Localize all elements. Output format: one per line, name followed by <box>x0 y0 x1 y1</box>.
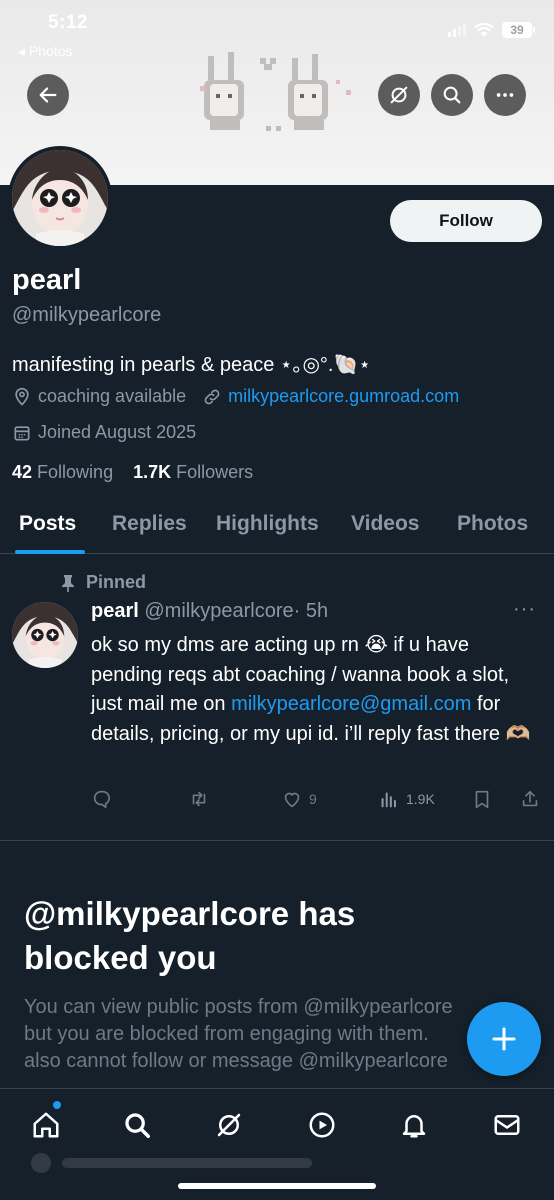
tab-replies[interactable]: Replies <box>112 512 187 536</box>
blocked-description: You can view public posts from @milkypea… <box>24 994 494 1078</box>
arrow-left-icon <box>39 87 57 103</box>
mail-icon <box>494 1115 520 1135</box>
blocked-line-3: also cannot follow or message @milkypear… <box>24 1050 448 1072</box>
home-notification-dot <box>53 1101 61 1109</box>
tab-posts[interactable]: Posts <box>19 512 76 536</box>
calendar-icon <box>12 423 32 443</box>
profile-stats: 42 Following 1.7K Followers <box>12 462 253 483</box>
tab-highlights[interactable]: Highlights <box>216 512 319 536</box>
tab-photos[interactable]: Photos <box>457 512 528 536</box>
status-time: 5:12 <box>48 12 89 33</box>
avatar-image <box>12 150 108 246</box>
bookmark-button[interactable] <box>471 788 493 810</box>
blocked-line-2: but you are blocked from engaging with t… <box>24 1023 429 1045</box>
post-actions: 9 1.9K <box>91 788 546 812</box>
profile-tabs: Posts Replies Highlights Videos Photos <box>0 500 554 554</box>
grok-icon <box>217 1113 241 1137</box>
section-divider <box>0 840 554 841</box>
signal-icon <box>448 23 466 37</box>
post-author-name[interactable]: pearl <box>91 600 139 622</box>
back-to-photos-link[interactable]: ◂ Photos <box>18 43 73 60</box>
blocked-title: @milkypearlcore has blocked you <box>24 895 356 976</box>
nav-messages[interactable] <box>487 1105 527 1145</box>
more-button[interactable] <box>484 74 526 116</box>
location-icon <box>12 387 32 407</box>
pin-icon <box>62 574 74 592</box>
profile-bio: manifesting in pearls & peace ⋆｡◎°.🐚⋆ <box>12 354 371 376</box>
followers-label: Followers <box>176 462 254 482</box>
bunny-pixel-art <box>200 52 351 131</box>
pinned-text: Pinned <box>86 572 147 592</box>
follow-button[interactable]: Follow <box>390 200 542 242</box>
following-label: Following <box>37 462 114 482</box>
post-email-link[interactable]: milkypearlcore@gmail.com <box>231 693 471 715</box>
pinned-label: Pinned <box>60 572 146 593</box>
followers-count: 1.7K <box>133 462 172 482</box>
nav-grok[interactable] <box>209 1105 249 1145</box>
profile-handle: @milkypearlcore <box>12 304 162 326</box>
profile-website-link[interactable]: milkypearlcore.gumroad.com <box>228 386 459 407</box>
bell-icon <box>402 1115 426 1138</box>
repost-button[interactable] <box>188 788 210 810</box>
views-icon <box>381 792 396 808</box>
plus-icon <box>492 1027 516 1051</box>
faded-background-content <box>31 1153 312 1173</box>
nav-video[interactable] <box>302 1105 342 1145</box>
link-icon <box>202 387 222 407</box>
following-count: 42 <box>12 462 33 482</box>
search-icon <box>443 86 461 104</box>
repost-icon <box>192 791 206 807</box>
tab-videos[interactable]: Videos <box>351 512 419 536</box>
home-indicator[interactable] <box>178 1183 376 1189</box>
followers-link[interactable]: 1.7K Followers <box>133 462 253 482</box>
status-icons: 39 <box>448 22 535 38</box>
grok-icon <box>390 86 408 104</box>
view-count: 1.9K <box>406 791 435 807</box>
nav-home[interactable] <box>26 1105 66 1145</box>
reply-button[interactable] <box>91 788 113 810</box>
views-button[interactable]: 1.9K <box>378 788 435 810</box>
following-link[interactable]: 42 Following <box>12 462 113 482</box>
post-author-avatar[interactable] <box>12 602 78 668</box>
post-more-icon[interactable]: ··· <box>513 598 536 621</box>
nav-explore[interactable] <box>117 1105 157 1145</box>
post-author-handle[interactable]: @milkypearlcore <box>144 600 293 622</box>
profile-joined-row: Joined August 2025 <box>12 422 196 443</box>
blocked-line-1: You can view public posts from @milkypea… <box>24 996 453 1018</box>
active-tab-indicator <box>15 550 85 554</box>
play-circle-icon <box>309 1112 335 1138</box>
back-button[interactable] <box>27 74 69 116</box>
profile-avatar[interactable] <box>8 146 112 250</box>
search-button[interactable] <box>431 74 473 116</box>
heart-icon <box>284 792 300 808</box>
post-header: pearl @milkypearlcore· 5h <box>91 600 328 623</box>
grok-button[interactable] <box>378 74 420 116</box>
nav-notifications[interactable] <box>394 1105 434 1145</box>
profile-meta-row: coaching available milkypearlcore.gumroa… <box>12 386 459 407</box>
post-text[interactable]: ok so my dms are acting up rn 😭 if u hav… <box>91 631 541 749</box>
like-count: 9 <box>309 791 317 807</box>
wifi-icon <box>474 22 494 37</box>
share-button[interactable] <box>519 788 541 810</box>
compose-post-button[interactable] <box>467 1002 541 1076</box>
profile-location: coaching available <box>38 386 187 406</box>
post-time: · 5h <box>293 600 329 622</box>
battery-icon: 39 <box>502 22 535 38</box>
bookmark-icon <box>475 790 489 809</box>
search-icon <box>125 1113 150 1138</box>
reply-icon <box>93 790 110 809</box>
profile-joined-date: Joined August 2025 <box>38 422 197 442</box>
more-horizontal-icon <box>496 93 514 97</box>
home-icon <box>33 1112 59 1138</box>
share-icon <box>522 790 538 807</box>
like-button[interactable]: 9 <box>281 788 317 810</box>
profile-name: pearl <box>12 264 82 296</box>
